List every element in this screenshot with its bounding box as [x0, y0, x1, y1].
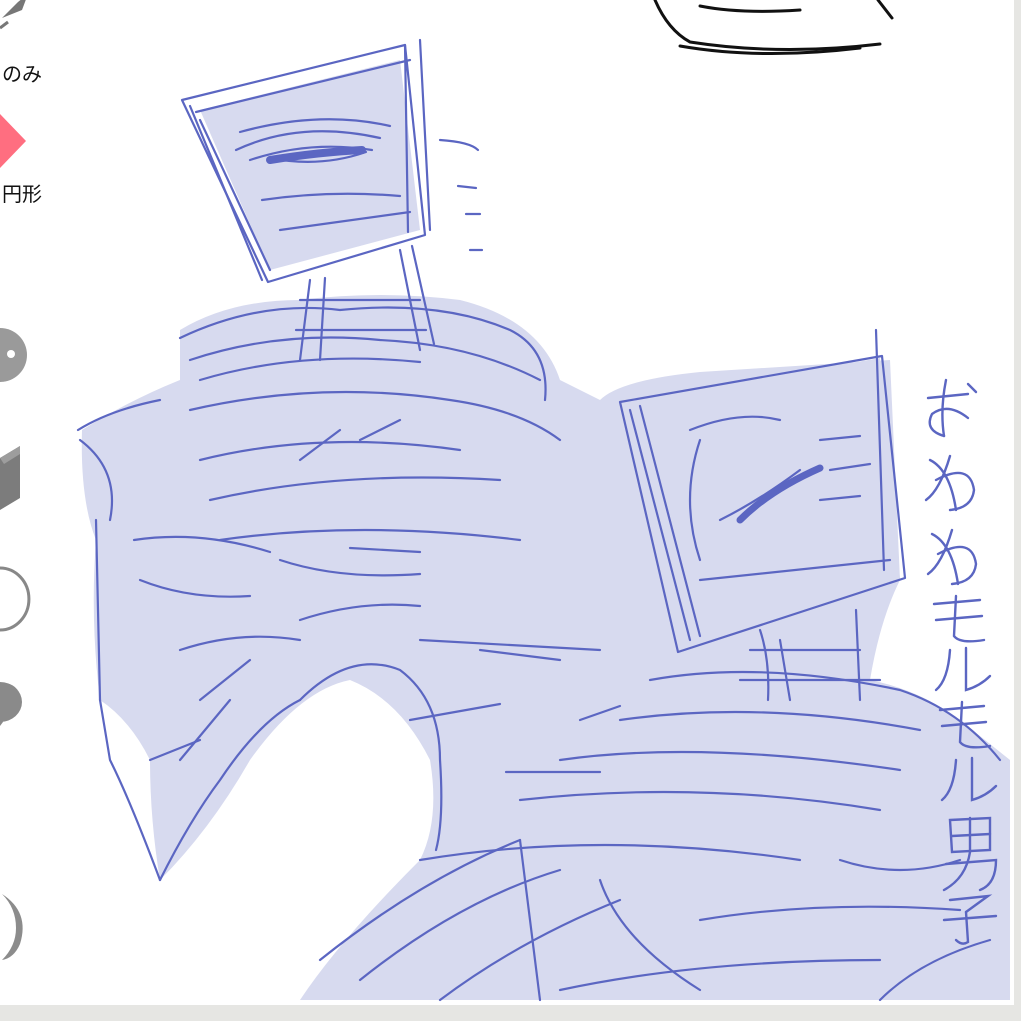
- palette-icon[interactable]: [0, 326, 27, 384]
- tool-sidebar: のみ 円形: [0, 0, 62, 1005]
- cube-icon[interactable]: [0, 444, 22, 514]
- figure-fill: [81, 60, 1011, 1000]
- pen-tip-icon[interactable]: [0, 0, 40, 40]
- sketch-artwork: [76, 0, 1011, 1002]
- black-scribble: [653, 0, 894, 56]
- speech-bubble-icon[interactable]: [0, 680, 24, 730]
- tool-label-circle-shape[interactable]: 円形: [2, 178, 42, 207]
- bottom-bar: [0, 1005, 1021, 1021]
- diamond-icon[interactable]: [0, 110, 30, 174]
- crescent-icon[interactable]: [0, 892, 28, 962]
- circle-outline-icon[interactable]: [0, 564, 31, 634]
- right-scroll-track[interactable]: [1014, 0, 1021, 1021]
- drawing-canvas[interactable]: [62, 0, 1014, 1005]
- tool-label-pen-only[interactable]: のみ: [2, 58, 42, 87]
